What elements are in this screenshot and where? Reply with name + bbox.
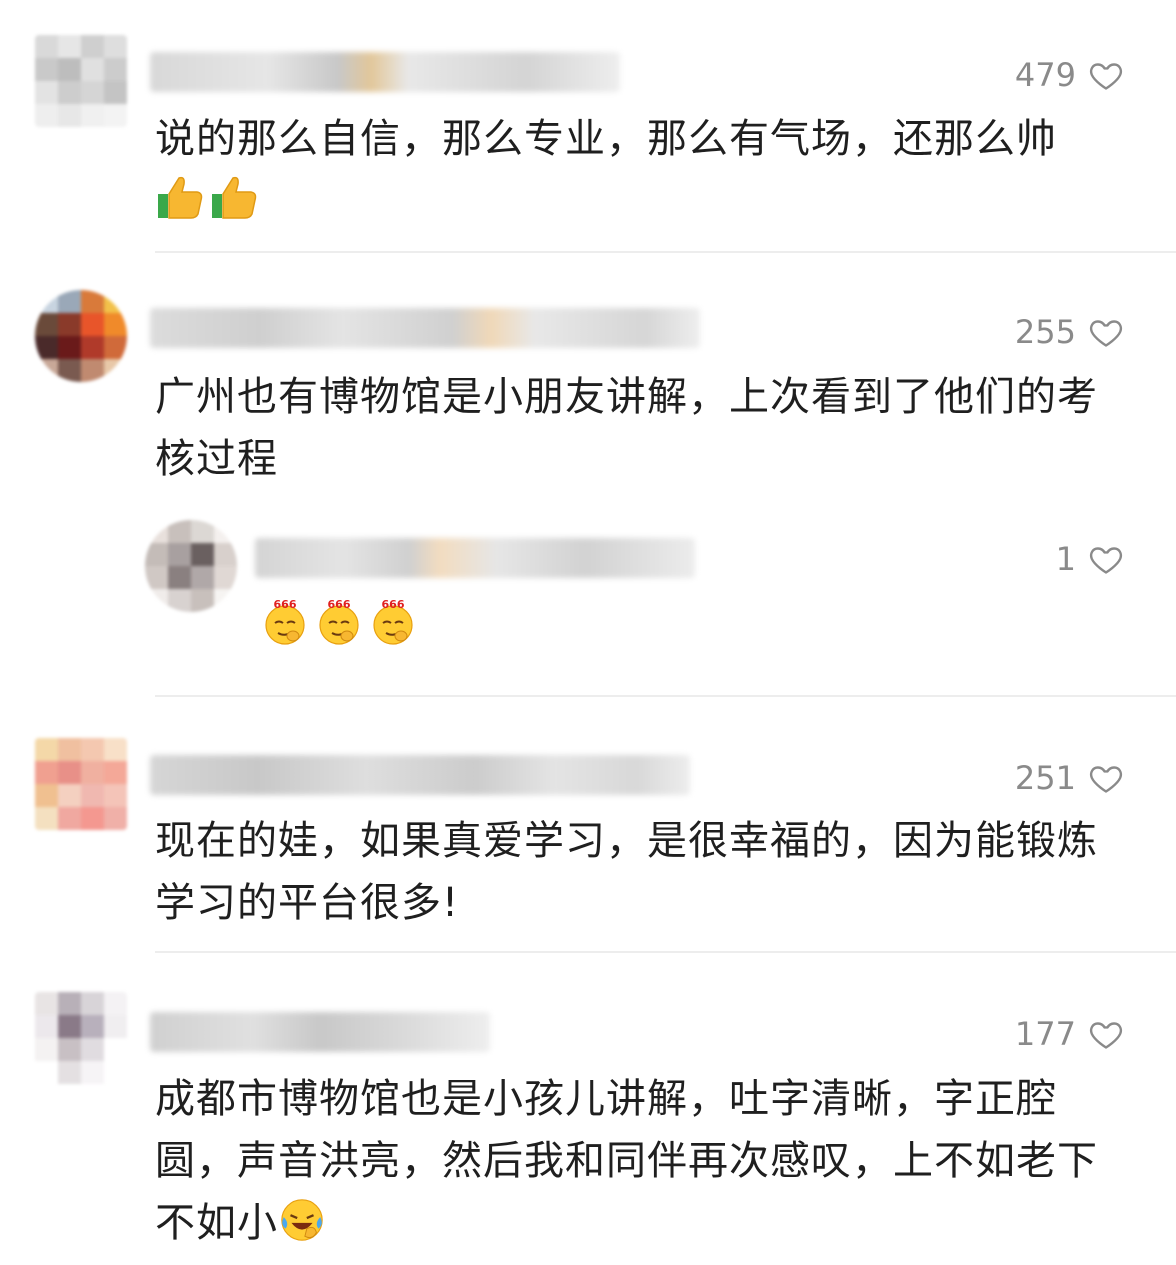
divider (155, 695, 1176, 697)
username-blurred[interactable] (150, 1012, 490, 1052)
like-count: 1 (1055, 540, 1076, 578)
666-smirk-emoji-icon: 666 (373, 598, 413, 645)
like-group[interactable]: 479 (1015, 56, 1124, 94)
666-smirk-emoji-icon: 666 (265, 598, 305, 645)
avatar[interactable] (145, 520, 237, 612)
heart-icon[interactable] (1088, 1016, 1124, 1052)
divider (155, 951, 1176, 953)
comment-text: 现在的娃，如果真爱学习，是很幸福的，因为能锻炼学习的平台很多! (155, 818, 1098, 926)
heart-icon[interactable] (1088, 760, 1124, 796)
comment-text: 成都市博物馆也是小孩儿讲解，吐字清晰，字正腔圆，声音洪亮，然后我和同伴再次感叹，… (155, 1068, 1130, 1254)
avatar[interactable] (35, 992, 127, 1084)
comment-text: 广州也有博物馆是小朋友讲解，上次看到了他们的考核过程 (155, 374, 1098, 482)
like-group[interactable]: 177 (1015, 1015, 1124, 1053)
username-blurred[interactable] (255, 538, 695, 578)
heart-icon[interactable] (1088, 314, 1124, 350)
emoji-666-label: 666 (382, 598, 405, 611)
username-blurred[interactable] (150, 755, 690, 795)
emoji-666-label: 666 (328, 598, 351, 611)
comment-text: 说的那么自信，那么专业，那么有气场，还那么帅 (155, 116, 1057, 162)
avatar[interactable] (35, 738, 127, 830)
like-group[interactable]: 251 (1015, 759, 1124, 797)
emoji-row: 666 666 666 (260, 596, 418, 646)
emoji-row (155, 172, 259, 222)
666-smirk-emoji-icon: 666 (319, 598, 359, 645)
username-blurred[interactable] (150, 308, 700, 348)
divider (155, 251, 1176, 253)
emoji-666-label: 666 (274, 598, 297, 611)
like-count: 251 (1014, 759, 1076, 797)
avatar[interactable] (35, 35, 127, 127)
crying-laughing-emoji-icon (281, 1199, 323, 1241)
like-count: 255 (1014, 313, 1076, 351)
heart-icon[interactable] (1088, 57, 1124, 93)
like-group[interactable]: 255 (1015, 313, 1124, 351)
thumbs-up-icon (158, 176, 203, 219)
like-count: 177 (1014, 1015, 1076, 1053)
username-blurred[interactable] (150, 52, 620, 92)
heart-icon[interactable] (1088, 541, 1124, 577)
like-group[interactable]: 1 (1056, 540, 1124, 578)
avatar[interactable] (35, 290, 127, 382)
thumbs-up-icon (212, 176, 257, 219)
like-count: 479 (1014, 56, 1076, 94)
